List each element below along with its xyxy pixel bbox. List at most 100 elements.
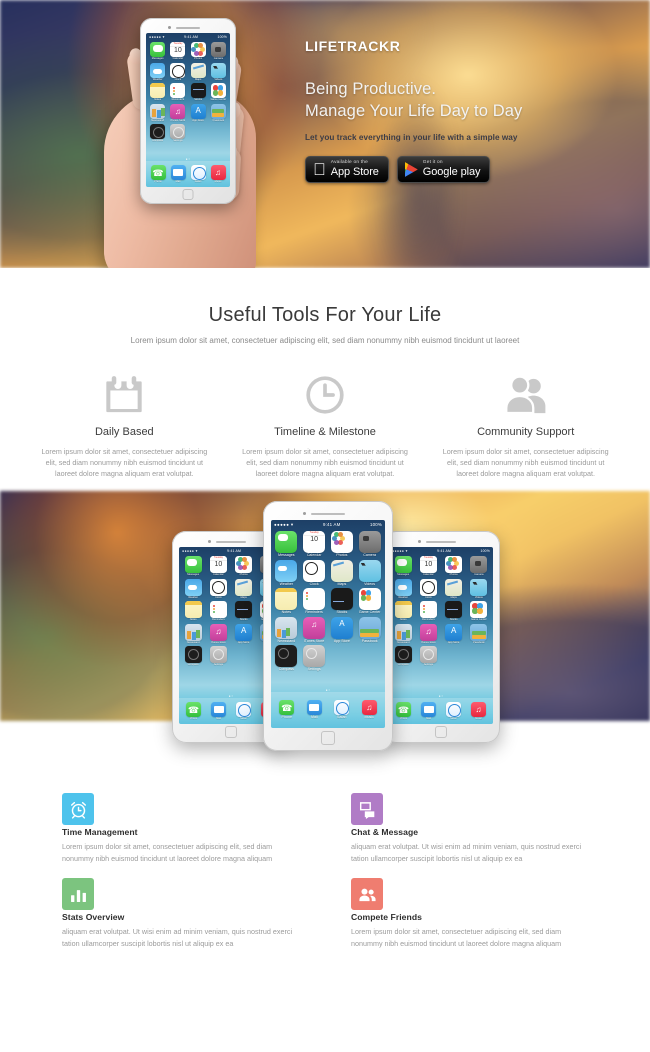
app-icon-passbook[interactable]: Passbook xyxy=(356,616,383,644)
app-icon-itunes-store[interactable]: iTunes Store xyxy=(416,623,440,645)
app-icon-compass[interactable]: Compass xyxy=(391,646,415,667)
app-store-button[interactable]:  Available on the App Store xyxy=(305,156,389,183)
app-icon-music[interactable]: Music xyxy=(208,164,228,184)
app-icon-game-center[interactable]: Game Center xyxy=(209,83,228,102)
app-store-icon xyxy=(190,103,206,119)
app-label: Camera xyxy=(213,57,223,60)
app-icon-mail[interactable]: Mail xyxy=(168,164,188,184)
app-icon-stocks[interactable]: Stocks xyxy=(329,588,356,615)
app-icon-itunes-store[interactable]: iTunes Store xyxy=(301,616,328,644)
app-icon-itunes-store[interactable]: iTunes Store xyxy=(206,623,230,645)
app-icon-newsstand[interactable]: Newsstand xyxy=(181,623,205,645)
app-icon-settings[interactable]: Settings xyxy=(168,124,187,143)
app-icon-photos[interactable]: Photos xyxy=(329,531,356,558)
app-label: Calendar xyxy=(213,573,224,576)
app-icon-maps[interactable]: Maps xyxy=(329,559,356,587)
earpiece-speaker xyxy=(216,541,246,543)
app-icon-music[interactable]: Music xyxy=(356,700,384,720)
app-icon-compass[interactable]: Compass xyxy=(148,124,167,143)
weather-icon xyxy=(275,559,298,582)
app-icon-weather[interactable]: Weather xyxy=(181,578,205,600)
app-icon-app-store[interactable]: App Store xyxy=(442,623,466,645)
app-icon-mail[interactable]: Mail xyxy=(416,701,441,721)
app-icon-newsstand[interactable]: Newsstand xyxy=(391,623,415,645)
app-icon-newsstand[interactable]: Newsstand xyxy=(148,103,167,123)
app-icon-videos[interactable]: Videos xyxy=(356,559,383,587)
app-icon-passbook[interactable]: Passbook xyxy=(467,623,491,645)
app-icon-maps[interactable]: Maps xyxy=(189,62,208,82)
app-icon-settings[interactable]: Settings xyxy=(301,645,328,672)
app-icon-notes[interactable]: Notes xyxy=(181,601,205,622)
app-icon-notes[interactable]: Notes xyxy=(148,83,167,102)
app-icon-photos[interactable]: Photos xyxy=(189,42,208,61)
app-icon-calendar[interactable]: TuesdayCalendar xyxy=(168,42,187,61)
app-icon-music[interactable]: Music xyxy=(466,701,491,721)
app-icon-maps[interactable]: Maps xyxy=(442,578,466,600)
app-icon-videos[interactable]: Videos xyxy=(467,578,491,600)
app-icon-game-center[interactable]: Game Center xyxy=(467,601,491,622)
app-icon-notes[interactable]: Notes xyxy=(273,588,300,615)
app-icon-calendar[interactable]: TuesdayCalendar xyxy=(301,531,328,558)
maps-icon xyxy=(330,559,353,582)
app-icon-photos[interactable]: Photos xyxy=(232,556,256,577)
app-icon-weather[interactable]: Weather xyxy=(391,578,415,600)
app-icon-settings[interactable]: Settings xyxy=(206,646,230,667)
app-icon-camera[interactable]: Camera xyxy=(467,556,491,577)
app-icon-photos[interactable]: Photos xyxy=(442,556,466,577)
app-icon-videos[interactable]: Videos xyxy=(209,62,228,82)
app-icon-messages[interactable]: Messages xyxy=(273,531,300,558)
app-icon-compass[interactable]: Compass xyxy=(181,646,205,667)
app-icon-calendar[interactable]: TuesdayCalendar xyxy=(206,556,230,577)
app-icon-phone[interactable]: Phone xyxy=(148,164,168,184)
app-icon-app-store[interactable]: App Store xyxy=(232,623,256,645)
app-icon-stocks[interactable]: Stocks xyxy=(189,83,208,102)
app-icon-safari[interactable]: Safari xyxy=(231,701,256,721)
app-label: Safari xyxy=(240,716,247,720)
reminders-icon xyxy=(303,588,326,611)
app-icon-app-store[interactable]: App Store xyxy=(329,616,356,644)
app-icon-reminders[interactable]: Reminders xyxy=(206,601,230,622)
app-icon-game-center[interactable]: Game Center xyxy=(356,588,383,615)
app-icon-messages[interactable]: Messages xyxy=(148,42,167,61)
app-icon-stocks[interactable]: Stocks xyxy=(442,601,466,622)
app-icon-weather[interactable]: Weather xyxy=(148,62,167,82)
app-icon-camera[interactable]: Camera xyxy=(356,531,383,558)
app-icon-clock[interactable]: Clock xyxy=(301,559,328,587)
app-icon-safari[interactable]: Safari xyxy=(328,700,356,720)
app-icon-weather[interactable]: Weather xyxy=(273,559,300,587)
app-icon-maps[interactable]: Maps xyxy=(232,578,256,600)
app-icon-messages[interactable]: Messages xyxy=(181,556,205,577)
app-icon-reminders[interactable]: Reminders xyxy=(416,601,440,622)
game-center-icon xyxy=(470,601,488,619)
app-icon-clock[interactable]: Clock xyxy=(168,62,187,82)
app-icon-mail[interactable]: Mail xyxy=(301,700,329,720)
brand-logo[interactable]: LIFETRACKR xyxy=(305,38,635,54)
app-icon-clock[interactable]: Clock xyxy=(416,578,440,600)
app-icon-clock[interactable]: Clock xyxy=(206,578,230,600)
app-icon-newsstand[interactable]: Newsstand xyxy=(273,616,300,644)
app-icon-calendar[interactable]: TuesdayCalendar xyxy=(416,556,440,577)
app-icon-reminders[interactable]: Reminders xyxy=(168,83,187,102)
app-icon-passbook[interactable]: Passbook xyxy=(209,103,228,123)
app-icon-itunes-store[interactable]: iTunes Store xyxy=(168,103,187,123)
app-icon-app-store[interactable]: App Store xyxy=(189,103,208,123)
app-icon-mail[interactable]: Mail xyxy=(206,701,231,721)
app-icon-compass[interactable]: Compass xyxy=(273,645,300,672)
maps-icon xyxy=(235,578,253,596)
app-icon-stocks[interactable]: Stocks xyxy=(232,601,256,622)
app-icon-messages[interactable]: Messages xyxy=(391,556,415,577)
app-icon-reminders[interactable]: Reminders xyxy=(301,588,328,615)
hero-subline: Let you track everything in your life wi… xyxy=(305,133,518,142)
app-icon-camera[interactable]: Camera xyxy=(209,42,228,61)
google-play-button[interactable]: Get it on Google play xyxy=(396,156,491,183)
app-label: Safari xyxy=(450,716,457,720)
app-icon-settings[interactable]: Settings xyxy=(416,646,440,667)
app-label: Safari xyxy=(337,715,347,720)
app-icon-phone[interactable]: Phone xyxy=(273,700,301,720)
app-icon-safari[interactable]: Safari xyxy=(441,701,466,721)
app-icon-phone[interactable]: Phone xyxy=(391,701,416,721)
app-icon-notes[interactable]: Notes xyxy=(391,601,415,622)
app-icon-phone[interactable]: Phone xyxy=(181,701,206,721)
app-icon-safari[interactable]: Safari xyxy=(188,164,208,184)
app-label: Compass xyxy=(152,139,164,143)
